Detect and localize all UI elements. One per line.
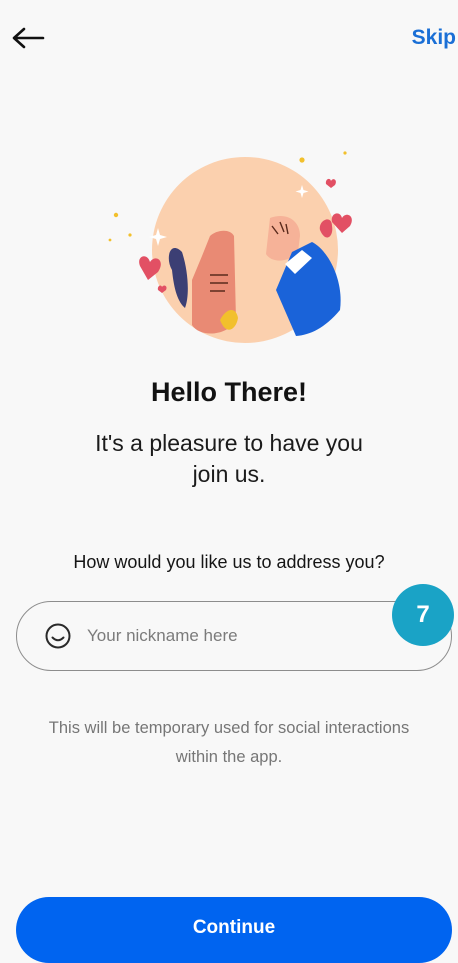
nickname-field[interactable] (16, 601, 452, 671)
subtitle-line-1: It's a pleasure to have you (95, 430, 363, 456)
skip-button[interactable]: Skip (412, 26, 456, 50)
nickname-question: How would you like us to address you? (73, 552, 385, 572)
page-title: Hello There! (150, 377, 308, 407)
step-badge: 7 (392, 584, 454, 646)
smiley-icon (44, 622, 72, 650)
back-button[interactable] (8, 22, 48, 54)
continue-button[interactable]: Continue (16, 897, 452, 963)
fist-bump-illustration (108, 151, 352, 343)
helper-line-1: This will be temporary used for social i… (48, 719, 410, 737)
page-subtitle: It's a pleasure to have you join us. (0, 428, 458, 490)
helper-line-2: within the app. (175, 748, 283, 766)
nickname-input[interactable] (85, 625, 389, 647)
subtitle-line-2: join us. (192, 461, 266, 487)
nickname-helper-text: This will be temporary used for social i… (0, 714, 458, 772)
arrow-left-icon (12, 27, 45, 49)
